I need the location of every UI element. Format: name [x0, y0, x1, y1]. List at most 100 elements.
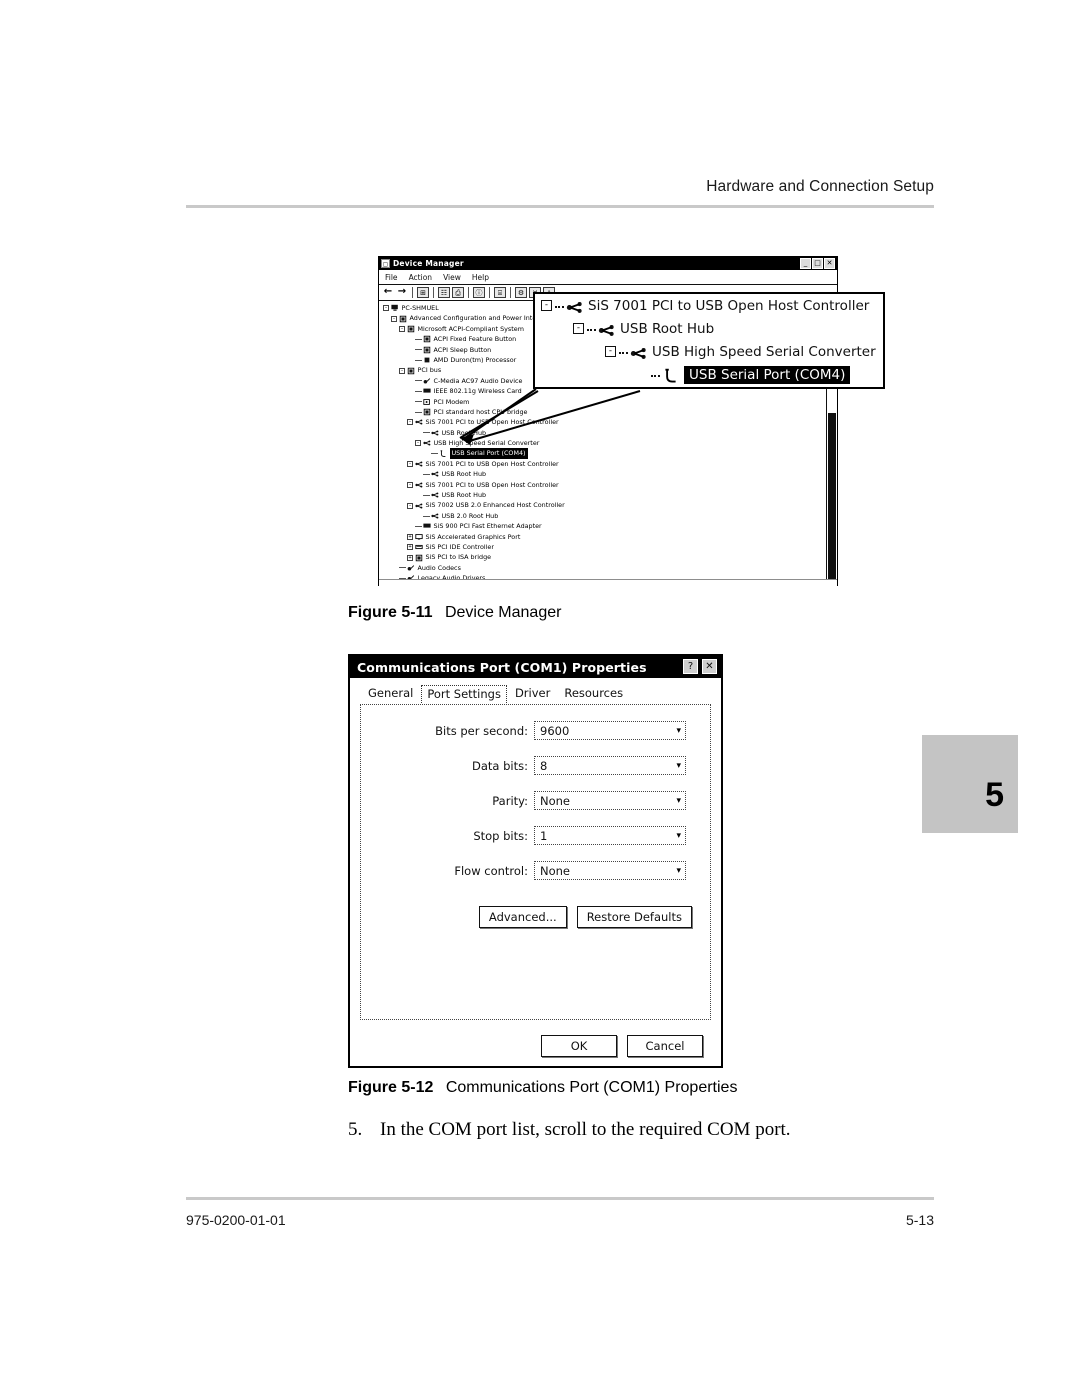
- expand-toggle-icon[interactable]: +: [407, 544, 413, 551]
- tree-item[interactable]: USB 2.0 Root Hub: [383, 511, 565, 521]
- communications-port-properties-dialog[interactable]: Communications Port (COM1) Properties ? …: [348, 654, 723, 1068]
- tab-port-settings[interactable]: Port Settings: [421, 685, 507, 703]
- properties-tabstrip: General Port Settings Driver Resources: [350, 678, 721, 703]
- tree-connector: [423, 432, 430, 434]
- tree-item-label: C-Media AC97 Audio Device: [433, 376, 523, 385]
- tree-item[interactable]: Audio Codecs: [383, 563, 565, 573]
- step-5: 5. In the COM port list, scroll to the re…: [348, 1119, 948, 1141]
- restore-defaults-button[interactable]: Restore Defaults: [576, 906, 692, 928]
- display-icon: [415, 533, 423, 541]
- device-manager-menubar: File Action View Help: [379, 270, 837, 285]
- usb-icon: [415, 481, 423, 489]
- forward-icon[interactable]: →: [396, 287, 408, 298]
- ide-icon: [415, 543, 423, 551]
- tree-item-selected[interactable]: USB Serial Port (COM4): [383, 448, 565, 459]
- tree-item[interactable]: SiS 900 PCI Fast Ethernet Adapter: [383, 521, 565, 531]
- properties-icon[interactable]: ☷: [438, 287, 450, 298]
- tree-item[interactable]: - SiS 7001 PCI to USB Open Host Controlle…: [383, 417, 565, 427]
- tree-connector: [415, 380, 422, 382]
- tree-item-label: SiS 7002 USB 2.0 Enhanced Host Controlle…: [425, 501, 565, 510]
- usb-icon: [431, 470, 439, 478]
- tree-item-label: USB Root Hub: [441, 428, 487, 437]
- tree-item[interactable]: + SiS Accelerated Graphics Port: [383, 532, 565, 542]
- device-icon: [407, 325, 415, 333]
- collapse-toggle-icon[interactable]: -: [391, 315, 397, 322]
- close-button[interactable]: ✕: [702, 659, 717, 674]
- advanced-button[interactable]: Advanced...: [478, 906, 567, 928]
- tree-item[interactable]: - SiS 7001 PCI to USB Open Host Controlle…: [383, 480, 565, 490]
- stop-bits-combo[interactable]: 1 ▾: [534, 826, 686, 845]
- collapse-toggle-icon[interactable]: -: [399, 367, 405, 374]
- device-icon: [423, 335, 431, 343]
- close-button[interactable]: ✕: [824, 258, 835, 269]
- parity-combo[interactable]: None ▾: [534, 791, 686, 810]
- collapse-toggle-icon[interactable]: -: [415, 440, 421, 447]
- window-buttons: _ □ ✕: [800, 258, 835, 269]
- toolbar-separator: [433, 287, 434, 298]
- update-driver-icon[interactable]: ⚙: [515, 287, 527, 298]
- collapse-toggle-icon[interactable]: -: [407, 461, 413, 468]
- bits-per-second-combo[interactable]: 9600 ▾: [534, 721, 686, 740]
- tree-item[interactable]: - SiS 7001 PCI to USB Open Host Controlle…: [383, 459, 565, 469]
- tree-item[interactable]: USB Root Hub: [383, 490, 565, 500]
- ok-button[interactable]: OK: [541, 1035, 617, 1057]
- collapse-toggle-icon[interactable]: -: [407, 419, 413, 426]
- collapse-toggle-icon[interactable]: -: [399, 325, 405, 332]
- flow-control-combo[interactable]: None ▾: [534, 861, 686, 880]
- show-hide-tree-icon[interactable]: ⊞: [417, 287, 429, 298]
- device-icon: [399, 315, 407, 323]
- parity-label: Parity:: [492, 793, 528, 808]
- toolbar-separator: [489, 287, 490, 298]
- context-help-button[interactable]: ?: [683, 659, 698, 674]
- back-icon[interactable]: ←: [382, 287, 394, 298]
- menu-action[interactable]: Action: [409, 273, 433, 282]
- tree-item[interactable]: + SiS PCI to ISA bridge: [383, 552, 565, 562]
- tab-resources[interactable]: Resources: [558, 684, 629, 703]
- menu-file[interactable]: File: [385, 273, 398, 282]
- expand-toggle-icon[interactable]: +: [407, 533, 413, 540]
- tree-item-label: AMD Duron(tm) Processor: [433, 355, 517, 364]
- tree-item[interactable]: + SiS PCI IDE Controller: [383, 542, 565, 552]
- step-number: 5.: [348, 1119, 363, 1140]
- tree-item[interactable]: USB Root Hub: [383, 428, 565, 438]
- scrollbar-thumb[interactable]: [828, 413, 836, 578]
- tree-item[interactable]: PCI Modem: [383, 397, 565, 407]
- print-icon[interactable]: ⎙: [452, 287, 464, 298]
- modem-icon: [423, 398, 431, 406]
- tree-item-label: SiS Accelerated Graphics Port: [425, 532, 521, 541]
- collapse-toggle-icon[interactable]: -: [407, 502, 413, 509]
- minimize-button[interactable]: _: [800, 258, 811, 269]
- tree-connector: [555, 304, 564, 308]
- tab-general[interactable]: General: [362, 684, 419, 703]
- tree-item[interactable]: USB Root Hub: [383, 469, 565, 479]
- tree-item[interactable]: - SiS 7002 USB 2.0 Enhanced Host Controll…: [383, 500, 565, 510]
- tree-item[interactable]: - USB High Speed Serial Converter: [383, 438, 565, 448]
- expand-toggle-icon[interactable]: +: [407, 554, 413, 561]
- data-bits-combo[interactable]: 8 ▾: [534, 756, 686, 775]
- help-icon[interactable]: ⓘ: [473, 287, 485, 298]
- tree-item-label: USB 2.0 Root Hub: [441, 511, 499, 520]
- cancel-button[interactable]: Cancel: [627, 1035, 703, 1057]
- tree-item[interactable]: PCI standard host CPU bridge: [383, 407, 565, 417]
- menu-view[interactable]: View: [443, 273, 461, 282]
- tree-item-label: USB Serial Port (COM4): [449, 448, 528, 459]
- tab-driver[interactable]: Driver: [509, 684, 556, 703]
- monitor-icon: ▢: [381, 259, 390, 268]
- callout-row: - USB High Speed Serial Converter: [535, 340, 883, 363]
- maximize-button[interactable]: □: [812, 258, 823, 269]
- collapse-toggle-icon[interactable]: -: [383, 305, 389, 312]
- scan-hardware-icon[interactable]: ⌸: [494, 287, 506, 298]
- usb-icon: [415, 460, 423, 468]
- menu-help[interactable]: Help: [472, 273, 489, 282]
- collapse-toggle-icon[interactable]: -: [407, 481, 413, 488]
- field-parity: Parity: None ▾: [361, 791, 710, 810]
- usb-icon: [415, 502, 423, 510]
- device-icon: [423, 408, 431, 416]
